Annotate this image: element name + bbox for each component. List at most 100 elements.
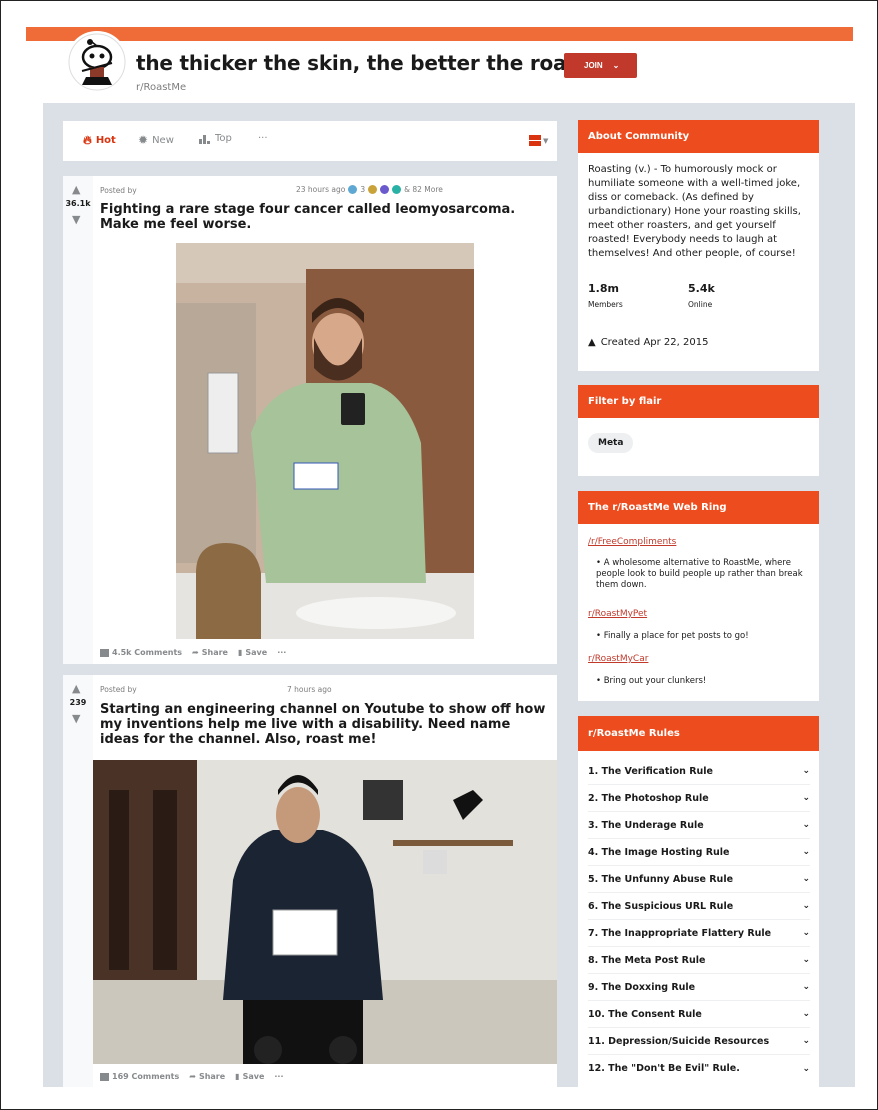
rule-label: 11. Depression/Suicide Resources	[588, 1035, 770, 1047]
post-image[interactable]	[93, 760, 557, 1064]
rule-label: 4. The Image Hosting Rule	[588, 846, 730, 858]
vote-score: 239	[69, 698, 87, 707]
sort-hot-label: Hot	[95, 135, 116, 146]
post-time: 23 hours ago	[296, 185, 346, 194]
post-card[interactable]: ▲ 36.1k ▼ Posted by 23 hours ago 3 & 82 …	[63, 176, 557, 664]
downvote-icon[interactable]: ▼	[72, 213, 80, 226]
award-icon	[348, 185, 358, 194]
share-button[interactable]: ➦ Share	[189, 1072, 225, 1081]
vote-column: ▲ 36.1k ▼	[63, 176, 93, 664]
webring-description: • A wholesome alternative to RoastMe, wh…	[596, 558, 803, 590]
rule-item[interactable]: 2. The Photoshop Rule ⌄	[588, 785, 810, 812]
more-options-button[interactable]: ···	[277, 648, 286, 657]
webring-link[interactable]: r/RoastMyPet	[588, 609, 647, 619]
members-count: 1.8m	[588, 282, 619, 295]
post-actions: 169 Comments ➦ Share ▮ Save ···	[100, 1072, 284, 1081]
sort-new[interactable]: ✹ New	[138, 133, 174, 147]
upvote-icon[interactable]: ▲	[72, 682, 80, 695]
save-button[interactable]: ▮ Save	[238, 648, 267, 657]
rule-item[interactable]: 1. The Verification Rule ⌄	[588, 758, 810, 785]
award-icon	[392, 185, 402, 194]
chevron-down-icon: ⌄	[802, 874, 810, 884]
rule-item[interactable]: 6. The Suspicious URL Rule ⌄	[588, 893, 810, 920]
rule-label: 3. The Underage Rule	[588, 819, 704, 831]
comment-icon	[100, 648, 109, 657]
chevron-down-icon: ⌄	[802, 1063, 810, 1074]
webring-card: The r/RoastMe Web Ring /r/FreeCompliment…	[578, 491, 819, 701]
posted-by: Posted by	[100, 685, 137, 694]
chevron-down-icon: ⌄	[802, 1009, 810, 1019]
share-button[interactable]: ➦ Share	[192, 648, 228, 657]
created-label: Created Apr 22, 2015	[600, 337, 709, 348]
burst-icon: ✹	[138, 133, 149, 147]
post-image[interactable]	[176, 243, 474, 639]
upvote-icon[interactable]: ▲	[72, 183, 80, 196]
rule-label: 8. The Meta Post Rule	[588, 954, 706, 966]
bookmark-icon: ▮	[237, 648, 243, 657]
rule-item[interactable]: 10. The Consent Rule ⌄	[588, 1001, 810, 1028]
rule-item[interactable]: 12. The "Don't Be Evil" Rule. ⌄	[588, 1055, 810, 1082]
chevron-down-icon: ▼	[543, 136, 549, 145]
share-label: Share	[201, 648, 228, 657]
chevron-down-icon: ⌄	[802, 901, 810, 911]
comments-label: 169 Comments	[112, 1072, 180, 1081]
post-title[interactable]: Starting an engineering channel on Youtu…	[100, 702, 550, 747]
share-label: Share	[198, 1072, 226, 1081]
sort-hot[interactable]: 🔥︎ Hot	[83, 133, 116, 148]
save-label: Save	[245, 648, 268, 657]
rule-item[interactable]: 3. The Underage Rule ⌄	[588, 812, 810, 839]
join-label: JOIN	[584, 61, 603, 70]
sort-more-label: ···	[258, 133, 268, 144]
more-options-button[interactable]: ···	[274, 1072, 283, 1081]
rule-item[interactable]: 8. The Meta Post Rule ⌄	[588, 947, 810, 974]
chevron-down-icon: ⌄	[802, 928, 810, 938]
online-count: 5.4k	[688, 282, 715, 295]
subreddit-header: the thicker the skin, the better the roa…	[26, 31, 853, 103]
cake-icon: ▲	[588, 337, 596, 348]
comments-button[interactable]: 4.5k Comments	[100, 648, 182, 657]
caret-icon: ⌄	[612, 61, 620, 70]
chevron-down-icon: ⌄	[802, 793, 810, 803]
sort-bar: 🔥︎ Hot ✹ New Top ··· ▼	[63, 121, 557, 161]
view-toggle[interactable]: ▼	[529, 135, 548, 146]
post-time: 7 hours ago	[287, 685, 332, 694]
members-label: Members	[588, 300, 623, 309]
webring-link[interactable]: r/RoastMyCar	[588, 654, 648, 664]
save-button[interactable]: ▮ Save	[235, 1072, 264, 1081]
join-button[interactable]: JOIN ⌄	[564, 53, 637, 78]
filter-flair-card: Filter by flair Meta	[578, 385, 819, 476]
chevron-down-icon: ⌄	[802, 847, 810, 857]
rule-label: 10. The Consent Rule	[588, 1008, 702, 1020]
bars-icon	[199, 135, 210, 144]
post-meta: 23 hours ago 3 & 82 More	[296, 185, 443, 194]
sort-more-button[interactable]: ···	[258, 133, 268, 144]
comments-label: 4.5k Comments	[112, 648, 183, 657]
subreddit-avatar[interactable]	[66, 31, 128, 93]
card-view-icon	[529, 135, 541, 146]
award-count: 3	[360, 185, 366, 194]
created-date: ▲ Created Apr 22, 2015	[588, 337, 708, 348]
share-icon: ➦	[192, 648, 199, 657]
webring-description: • Finally a place for pet posts to go!	[596, 631, 749, 641]
post-card[interactable]: ▲ 239 ▼ Posted by 7 hours ago Starting a…	[63, 675, 557, 1087]
rule-item[interactable]: 5. The Unfunny Abuse Rule ⌄	[588, 866, 810, 893]
webring-desc-text: Finally a place for pet posts to go!	[603, 631, 749, 641]
rule-item[interactable]: 4. The Image Hosting Rule ⌄	[588, 839, 810, 866]
about-community-card: About Community Roasting (v.) - To humor…	[578, 120, 819, 371]
webring-link[interactable]: /r/FreeCompliments	[588, 537, 676, 547]
rule-item[interactable]: 9. The Doxxing Rule ⌄	[588, 974, 810, 1001]
rule-label: 7. The Inappropriate Flattery Rule	[588, 927, 772, 939]
bookmark-icon: ▮	[235, 1072, 240, 1081]
sort-top[interactable]: Top	[199, 133, 232, 144]
rule-item[interactable]: 7. The Inappropriate Flattery Rule ⌄	[588, 920, 810, 947]
post-title[interactable]: Fighting a rare stage four cancer called…	[100, 202, 550, 232]
subreddit-name: r/RoastMe	[136, 82, 187, 93]
rules-card: r/RoastMe Rules 1. The Verification Rule…	[578, 716, 819, 1087]
award-icon	[380, 185, 390, 194]
rule-label: 6. The Suspicious URL Rule	[588, 900, 734, 912]
flair-chip-meta[interactable]: Meta	[588, 433, 634, 453]
rule-item[interactable]: 11. Depression/Suicide Resources ⌄	[588, 1028, 810, 1055]
downvote-icon[interactable]: ▼	[72, 712, 80, 725]
flame-icon: 🔥︎	[83, 133, 92, 147]
comments-button[interactable]: 169 Comments	[100, 1072, 179, 1081]
